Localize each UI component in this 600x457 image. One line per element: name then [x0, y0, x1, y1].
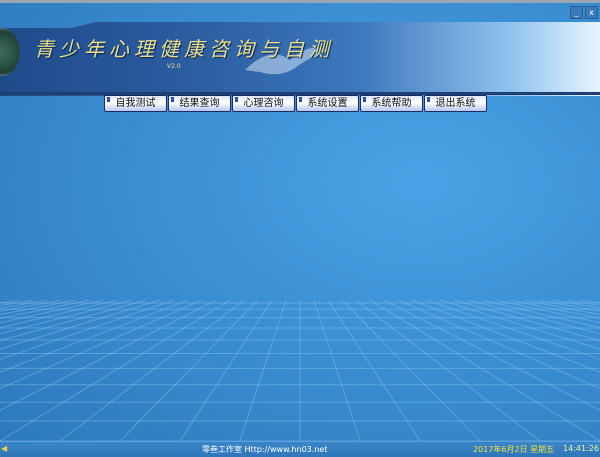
main-nav: 自我测试 结果查询 心理咨询 系统设置 系统帮助 退出系统	[104, 95, 487, 112]
nav-result-query[interactable]: 结果查询	[168, 95, 231, 112]
app-title: 青少年心理健康咨询与自测	[34, 37, 334, 61]
speaker-icon[interactable]: ◀	[1, 444, 7, 453]
status-bar: ◀ 零叁工作室 Http://www.hn03.net 2017年6月2日 星期…	[0, 441, 600, 457]
time-display: 14:41:26	[563, 444, 599, 453]
perspective-grid	[0, 300, 600, 441]
nav-exit[interactable]: 退出系统	[424, 95, 487, 112]
window-controls: _ x	[570, 6, 598, 19]
version-label: V2.0	[167, 63, 181, 70]
close-button[interactable]: x	[585, 6, 598, 19]
studio-info: 零叁工作室 Http://www.hn03.net	[202, 445, 328, 454]
nav-self-test[interactable]: 自我测试	[104, 95, 167, 112]
window-top-border	[0, 0, 600, 3]
minimize-button[interactable]: _	[570, 6, 583, 19]
nav-help[interactable]: 系统帮助	[360, 95, 423, 112]
date-display: 2017年6月2日 星期五	[473, 445, 555, 454]
nav-counseling[interactable]: 心理咨询	[232, 95, 295, 112]
nav-settings[interactable]: 系统设置	[296, 95, 359, 112]
